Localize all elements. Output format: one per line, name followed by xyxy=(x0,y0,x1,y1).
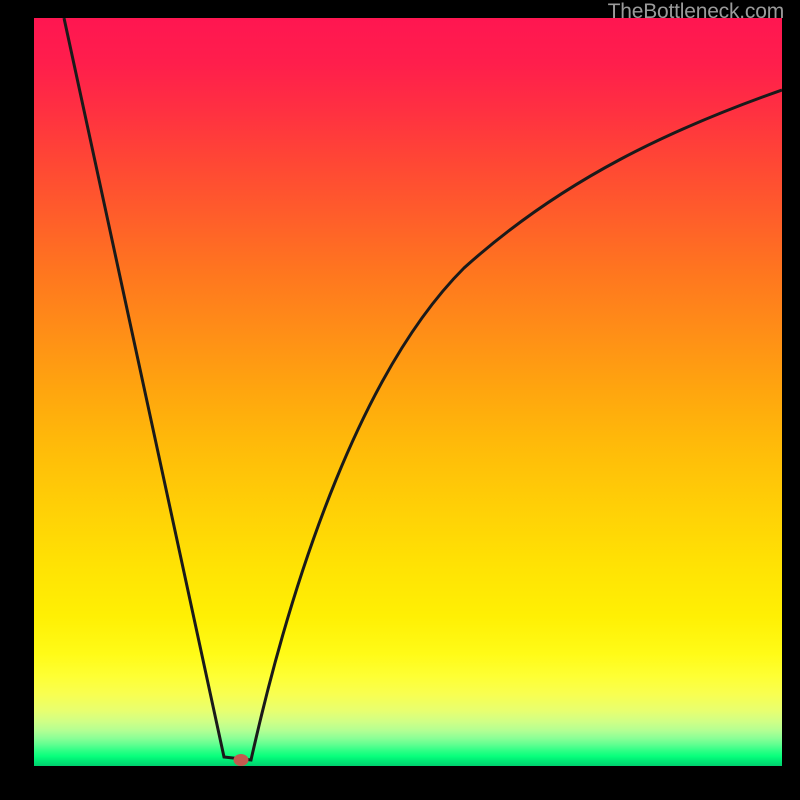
optimum-marker-dot xyxy=(234,754,249,766)
curve-layer xyxy=(34,18,782,766)
chart-frame: TheBottleneck.com xyxy=(0,0,800,800)
plot-area xyxy=(34,18,782,766)
bottleneck-curve xyxy=(64,18,782,760)
